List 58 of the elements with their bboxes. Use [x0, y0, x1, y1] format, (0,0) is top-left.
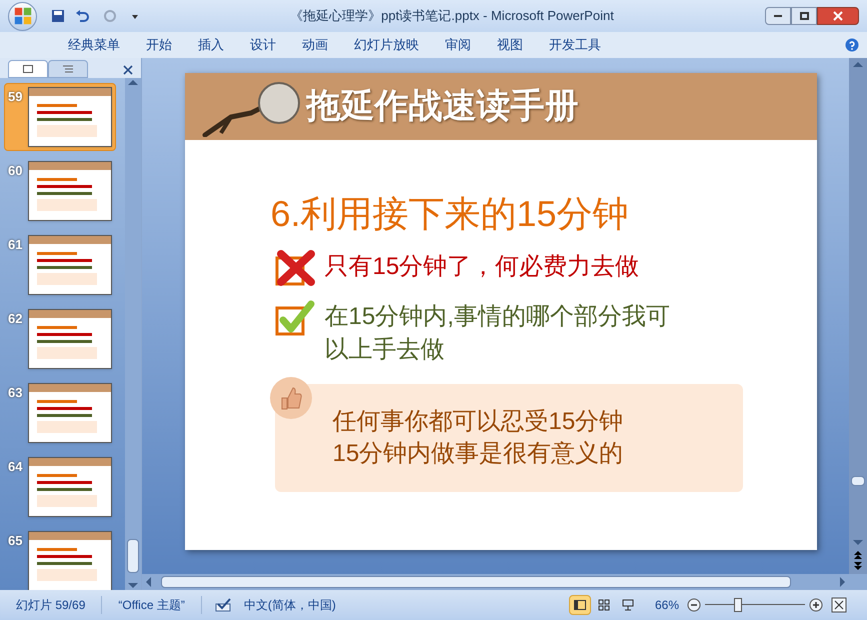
office-logo-button[interactable] [8, 2, 37, 30]
cross-icon [274, 250, 314, 286]
slide-number: 63 [8, 384, 24, 402]
minimize-button[interactable] [765, 7, 791, 25]
outline-lines-icon [62, 64, 74, 74]
zoom-level[interactable]: 66% [654, 596, 679, 614]
ribbon-tab[interactable]: 幻灯片放映 [344, 35, 429, 55]
ribbon-tab[interactable]: 开发工具 [539, 35, 611, 55]
close-icon [833, 11, 843, 21]
grid-icon [598, 599, 610, 611]
checkmark-icon [274, 300, 314, 336]
close-button[interactable] [817, 7, 859, 25]
tip-text: 15分钟内做事是很有意义的 [332, 439, 624, 469]
close-icon[interactable] [123, 65, 133, 75]
window-title: 《拖延心理学》ppt读书笔记.pptx - Microsoft PowerPoint [289, 7, 615, 26]
zoom-slider[interactable] [705, 598, 805, 612]
zoom-out-icon[interactable] [687, 598, 701, 612]
previous-slide-icon[interactable] [853, 551, 863, 559]
slide-number: 60 [8, 162, 24, 180]
spell-check-icon[interactable] [214, 598, 232, 612]
ribbon-tab[interactable]: 视图 [487, 35, 533, 55]
four-squares-logo-icon [14, 7, 32, 25]
scrollbar-thumb[interactable] [851, 476, 865, 486]
undo-icon[interactable] [75, 9, 89, 23]
slide-number: 59 [8, 88, 24, 106]
slide-number: 62 [8, 310, 24, 328]
next-slide-icon[interactable] [853, 562, 863, 570]
dropdown-icon[interactable] [131, 12, 139, 20]
fit-to-window-icon[interactable] [831, 597, 847, 613]
scrollbar-thumb[interactable] [161, 576, 791, 588]
bullet-point-text: 只有15分钟了，何必费力去做 [324, 252, 640, 282]
zoom-slider-thumb[interactable] [734, 598, 742, 612]
slide-header-title: 拖延作战速读手册 [306, 86, 578, 127]
slides-tab[interactable] [8, 60, 48, 78]
scrollbar-thumb[interactable] [127, 539, 139, 573]
projector-screen-icon [622, 599, 634, 611]
tip-text: 任何事你都可以忍受15分钟 [332, 407, 624, 437]
outline-tab[interactable] [48, 60, 88, 78]
ribbon-tab[interactable]: 设计 [240, 35, 286, 55]
slide-number: 65 [8, 532, 24, 550]
help-icon[interactable] [845, 38, 859, 52]
slide-heading: 6.利用接下来的15分钟 [270, 192, 630, 236]
slide-number: 61 [8, 236, 24, 254]
normal-view-button[interactable] [568, 595, 591, 615]
ribbon-tab[interactable]: 插入 [188, 35, 234, 55]
ribbon-tab[interactable]: 经典菜单 [58, 35, 130, 55]
ribbon-tab[interactable]: 审阅 [435, 35, 481, 55]
zoom-in-icon[interactable] [809, 598, 823, 612]
maximize-button[interactable] [791, 7, 817, 25]
save-icon[interactable] [51, 9, 65, 23]
ribbon-tab[interactable]: 开始 [136, 35, 182, 55]
slide-number: 64 [8, 458, 24, 476]
theme-name: “Office 主题” [102, 596, 202, 614]
thumbs-up-icon [268, 376, 312, 420]
slide-position: 幻灯片 59/69 [0, 596, 102, 614]
ribbon-tab[interactable]: 动画 [292, 35, 338, 55]
language: 中文(简体，中国) [244, 597, 336, 614]
bullet-point-text: 在15分钟内,事情的哪个部分我可以上手去做 [324, 302, 671, 365]
